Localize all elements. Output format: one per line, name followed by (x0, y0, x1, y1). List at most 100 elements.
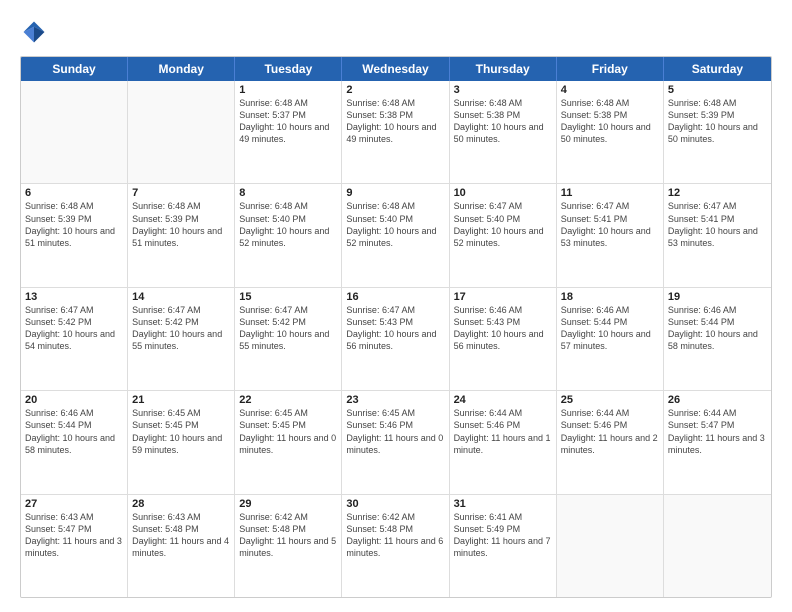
day-number: 2 (346, 84, 444, 96)
day-info: Sunrise: 6:47 AM Sunset: 5:41 PM Dayligh… (561, 200, 659, 249)
calendar-cell-34 (664, 495, 771, 597)
day-number: 25 (561, 394, 659, 406)
calendar-cell-12: 11Sunrise: 6:47 AM Sunset: 5:41 PM Dayli… (557, 184, 664, 286)
day-info: Sunrise: 6:47 AM Sunset: 5:42 PM Dayligh… (239, 304, 337, 353)
day-info: Sunrise: 6:46 AM Sunset: 5:44 PM Dayligh… (25, 407, 123, 456)
day-number: 13 (25, 291, 123, 303)
day-info: Sunrise: 6:44 AM Sunset: 5:47 PM Dayligh… (668, 407, 767, 456)
day-number: 29 (239, 498, 337, 510)
day-number: 11 (561, 187, 659, 199)
calendar-cell-21: 20Sunrise: 6:46 AM Sunset: 5:44 PM Dayli… (21, 391, 128, 493)
day-info: Sunrise: 6:48 AM Sunset: 5:37 PM Dayligh… (239, 97, 337, 146)
day-info: Sunrise: 6:42 AM Sunset: 5:48 PM Dayligh… (346, 511, 444, 560)
day-info: Sunrise: 6:43 AM Sunset: 5:47 PM Dayligh… (25, 511, 123, 560)
day-number: 28 (132, 498, 230, 510)
day-info: Sunrise: 6:48 AM Sunset: 5:39 PM Dayligh… (132, 200, 230, 249)
calendar-cell-19: 18Sunrise: 6:46 AM Sunset: 5:44 PM Dayli… (557, 288, 664, 390)
day-number: 4 (561, 84, 659, 96)
calendar-week-4: 27Sunrise: 6:43 AM Sunset: 5:47 PM Dayli… (21, 495, 771, 597)
calendar-cell-4: 3Sunrise: 6:48 AM Sunset: 5:38 PM Daylig… (450, 81, 557, 183)
day-header-tuesday: Tuesday (235, 57, 342, 81)
day-number: 30 (346, 498, 444, 510)
day-info: Sunrise: 6:42 AM Sunset: 5:48 PM Dayligh… (239, 511, 337, 560)
day-number: 26 (668, 394, 767, 406)
calendar-week-0: 1Sunrise: 6:48 AM Sunset: 5:37 PM Daylig… (21, 81, 771, 184)
day-number: 15 (239, 291, 337, 303)
day-info: Sunrise: 6:48 AM Sunset: 5:38 PM Dayligh… (454, 97, 552, 146)
day-number: 10 (454, 187, 552, 199)
day-info: Sunrise: 6:47 AM Sunset: 5:43 PM Dayligh… (346, 304, 444, 353)
day-info: Sunrise: 6:41 AM Sunset: 5:49 PM Dayligh… (454, 511, 552, 560)
day-number: 6 (25, 187, 123, 199)
day-info: Sunrise: 6:48 AM Sunset: 5:40 PM Dayligh… (239, 200, 337, 249)
calendar-body: 1Sunrise: 6:48 AM Sunset: 5:37 PM Daylig… (21, 81, 771, 597)
calendar-cell-9: 8Sunrise: 6:48 AM Sunset: 5:40 PM Daylig… (235, 184, 342, 286)
calendar-week-3: 20Sunrise: 6:46 AM Sunset: 5:44 PM Dayli… (21, 391, 771, 494)
calendar-week-2: 13Sunrise: 6:47 AM Sunset: 5:42 PM Dayli… (21, 288, 771, 391)
day-number: 23 (346, 394, 444, 406)
page: SundayMondayTuesdayWednesdayThursdayFrid… (0, 0, 792, 612)
header (20, 18, 772, 46)
day-info: Sunrise: 6:46 AM Sunset: 5:44 PM Dayligh… (668, 304, 767, 353)
calendar-cell-11: 10Sunrise: 6:47 AM Sunset: 5:40 PM Dayli… (450, 184, 557, 286)
day-number: 20 (25, 394, 123, 406)
day-info: Sunrise: 6:48 AM Sunset: 5:39 PM Dayligh… (668, 97, 767, 146)
day-info: Sunrise: 6:48 AM Sunset: 5:38 PM Dayligh… (346, 97, 444, 146)
day-header-thursday: Thursday (450, 57, 557, 81)
day-header-friday: Friday (557, 57, 664, 81)
day-header-wednesday: Wednesday (342, 57, 449, 81)
day-number: 3 (454, 84, 552, 96)
day-number: 17 (454, 291, 552, 303)
calendar-cell-13: 12Sunrise: 6:47 AM Sunset: 5:41 PM Dayli… (664, 184, 771, 286)
logo-icon (20, 18, 48, 46)
calendar-cell-27: 26Sunrise: 6:44 AM Sunset: 5:47 PM Dayli… (664, 391, 771, 493)
day-info: Sunrise: 6:48 AM Sunset: 5:38 PM Dayligh… (561, 97, 659, 146)
day-number: 5 (668, 84, 767, 96)
day-info: Sunrise: 6:44 AM Sunset: 5:46 PM Dayligh… (561, 407, 659, 456)
calendar-cell-30: 29Sunrise: 6:42 AM Sunset: 5:48 PM Dayli… (235, 495, 342, 597)
day-number: 18 (561, 291, 659, 303)
day-number: 24 (454, 394, 552, 406)
day-info: Sunrise: 6:47 AM Sunset: 5:42 PM Dayligh… (132, 304, 230, 353)
day-info: Sunrise: 6:45 AM Sunset: 5:45 PM Dayligh… (239, 407, 337, 456)
calendar-cell-7: 6Sunrise: 6:48 AM Sunset: 5:39 PM Daylig… (21, 184, 128, 286)
logo (20, 18, 52, 46)
calendar-cell-0 (21, 81, 128, 183)
day-info: Sunrise: 6:47 AM Sunset: 5:40 PM Dayligh… (454, 200, 552, 249)
day-info: Sunrise: 6:46 AM Sunset: 5:44 PM Dayligh… (561, 304, 659, 353)
calendar-cell-25: 24Sunrise: 6:44 AM Sunset: 5:46 PM Dayli… (450, 391, 557, 493)
calendar-cell-32: 31Sunrise: 6:41 AM Sunset: 5:49 PM Dayli… (450, 495, 557, 597)
day-number: 12 (668, 187, 767, 199)
calendar-week-1: 6 Sunrise: 6:48 AM Sunset: 5:39 PM Daylig… (21, 184, 771, 287)
calendar-cell-23: 22Sunrise: 6:45 AM Sunset: 5:45 PM Dayli… (235, 391, 342, 493)
calendar-cell-6: 5Sunrise: 6:48 AM Sunset: 5:39 PM Daylig… (664, 81, 771, 183)
day-number: 21 (132, 394, 230, 406)
calendar-cell-10: 9Sunrise: 6:48 AM Sunset: 5:40 PM Daylig… (342, 184, 449, 286)
calendar-cell-33 (557, 495, 664, 597)
calendar-cell-2: 1Sunrise: 6:48 AM Sunset: 5:37 PM Daylig… (235, 81, 342, 183)
day-header-saturday: Saturday (664, 57, 771, 81)
day-info: Sunrise: 6:43 AM Sunset: 5:48 PM Dayligh… (132, 511, 230, 560)
calendar-header: SundayMondayTuesdayWednesdayThursdayFrid… (21, 57, 771, 81)
calendar-cell-14: 13Sunrise: 6:47 AM Sunset: 5:42 PM Dayli… (21, 288, 128, 390)
calendar-cell-28: 27Sunrise: 6:43 AM Sunset: 5:47 PM Dayli… (21, 495, 128, 597)
day-info: Sunrise: 6:47 AM Sunset: 5:42 PM Dayligh… (25, 304, 123, 353)
day-info: Sunrise: 6:48 AM Sunset: 5:40 PM Dayligh… (346, 200, 444, 249)
day-info: Sunrise: 6:44 AM Sunset: 5:46 PM Dayligh… (454, 407, 552, 456)
calendar-cell-8: 7Sunrise: 6:48 AM Sunset: 5:39 PM Daylig… (128, 184, 235, 286)
day-number: 14 (132, 291, 230, 303)
day-number: 1 (239, 84, 337, 96)
day-info: Sunrise: 6:45 AM Sunset: 5:45 PM Dayligh… (132, 407, 230, 456)
day-number: 9 (346, 187, 444, 199)
calendar-cell-3: 2Sunrise: 6:48 AM Sunset: 5:38 PM Daylig… (342, 81, 449, 183)
day-header-monday: Monday (128, 57, 235, 81)
day-info: Sunrise: 6:45 AM Sunset: 5:46 PM Dayligh… (346, 407, 444, 456)
day-info: Sunrise: 6:47 AM Sunset: 5:41 PM Dayligh… (668, 200, 767, 249)
calendar-cell-22: 21Sunrise: 6:45 AM Sunset: 5:45 PM Dayli… (128, 391, 235, 493)
calendar-cell-5: 4Sunrise: 6:48 AM Sunset: 5:38 PM Daylig… (557, 81, 664, 183)
calendar-cell-17: 16Sunrise: 6:47 AM Sunset: 5:43 PM Dayli… (342, 288, 449, 390)
day-header-sunday: Sunday (21, 57, 128, 81)
calendar-cell-29: 28Sunrise: 6:43 AM Sunset: 5:48 PM Dayli… (128, 495, 235, 597)
day-number: 8 (239, 187, 337, 199)
calendar-cell-26: 25Sunrise: 6:44 AM Sunset: 5:46 PM Dayli… (557, 391, 664, 493)
